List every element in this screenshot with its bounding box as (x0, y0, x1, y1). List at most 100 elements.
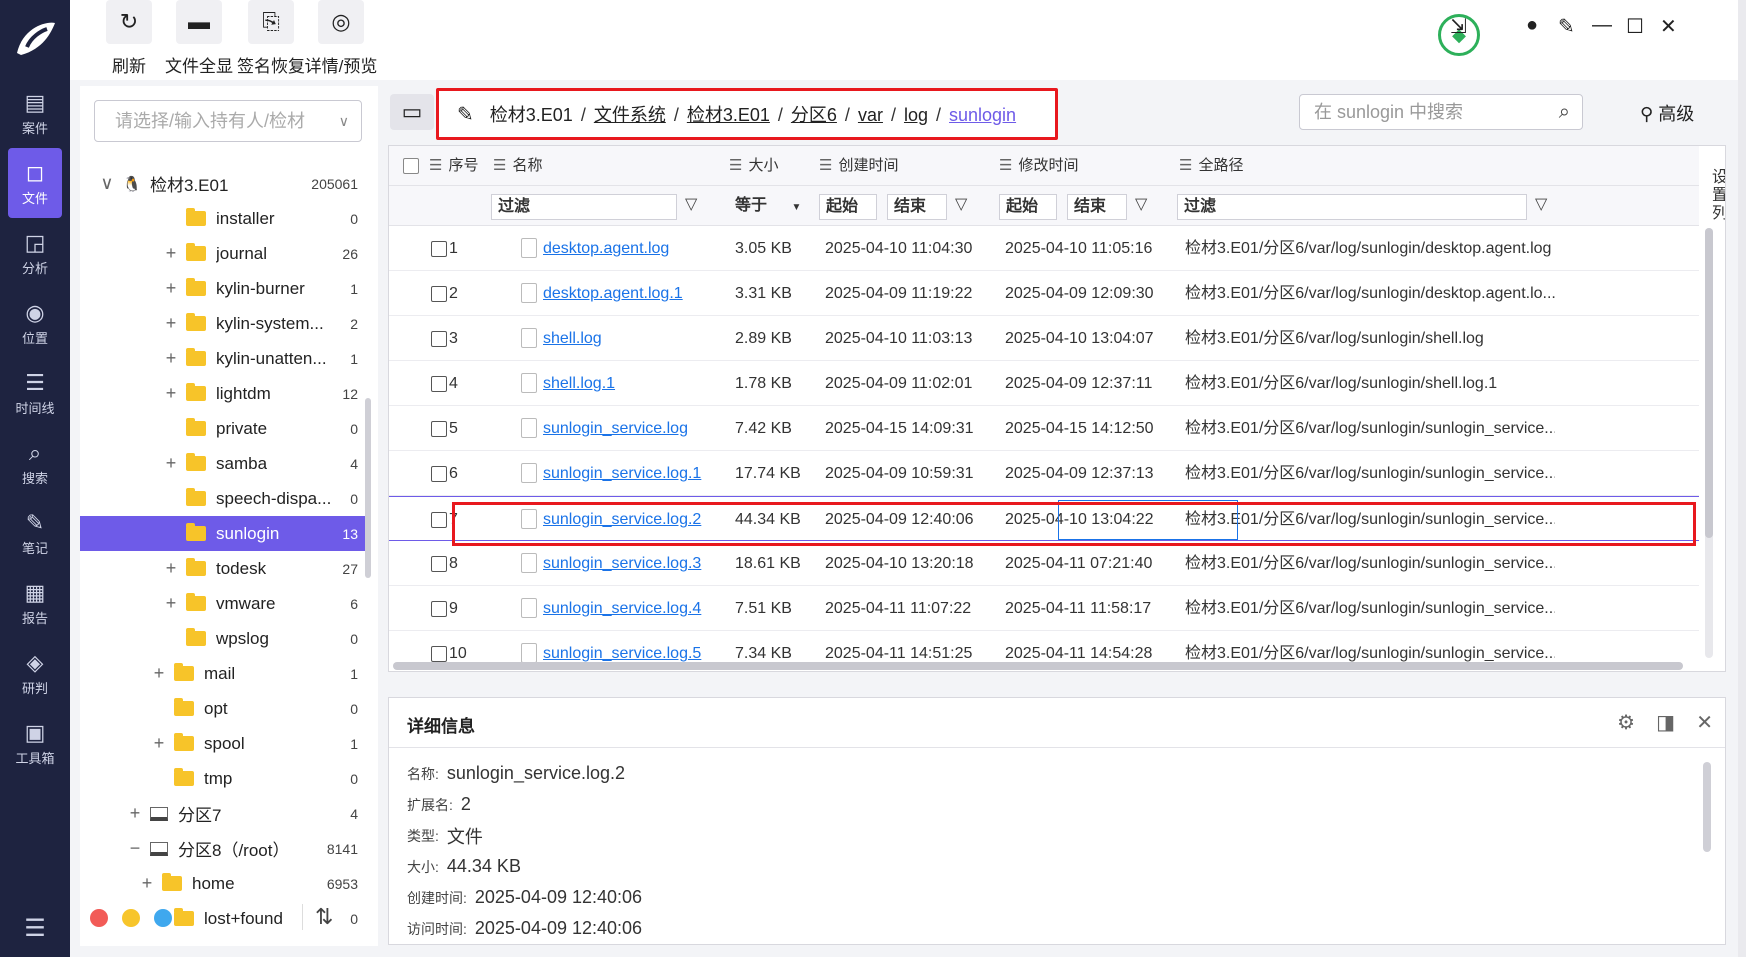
cell-name[interactable]: shell.log.1 (543, 361, 723, 406)
created-end-input[interactable]: 结束 (887, 194, 947, 220)
nav-item-toolbox[interactable]: ▣ 工具箱 (0, 708, 70, 778)
tree-item[interactable]: + spool 1 (80, 726, 370, 761)
table-row[interactable]: 9 sunlogin_service.log.4 7.51 KB 2025-04-11… (389, 586, 1699, 631)
header-path[interactable]: ☰ 全路径 (1179, 146, 1243, 186)
tree-item[interactable]: opt 0 (80, 691, 370, 726)
table-row[interactable]: 7 sunlogin_service.log.2 44.34 KB 2025-04-0… (389, 496, 1699, 541)
owner-select[interactable]: 请选择/输入持有人/检材 ∨ (94, 100, 362, 142)
tree-item[interactable]: ∨ 🐧 检材3.E01 205061 (80, 166, 370, 201)
row-checkbox[interactable] (431, 376, 447, 392)
nav-item-file[interactable]: ◻ 文件 (8, 148, 62, 218)
created-start-input[interactable]: 起始 (819, 194, 877, 220)
breadcrumb-segment[interactable]: 文件系统 (594, 105, 666, 125)
cell-name[interactable]: sunlogin_service.log.4 (543, 586, 723, 631)
expand-toggle-icon[interactable]: + (164, 453, 178, 474)
expand-toggle-icon[interactable]: + (152, 733, 166, 754)
table-row[interactable]: 1 desktop.agent.log 3.05 KB 2025-04-10 11:0… (389, 226, 1699, 271)
row-checkbox[interactable] (431, 286, 447, 302)
expand-toggle-icon[interactable]: + (164, 593, 178, 614)
tree-item[interactable]: + lightdm 12 (80, 376, 370, 411)
header-modified[interactable]: ☰ 修改时间 (999, 146, 1078, 186)
cell-name[interactable]: sunlogin_service.log (543, 406, 723, 451)
path-filter-input[interactable]: 过滤 (1177, 194, 1527, 220)
filter-icon[interactable]: ▽ (1135, 194, 1147, 214)
nav-item-timeline[interactable]: ☰ 时间线 (0, 358, 70, 428)
expand-toggle-icon[interactable]: + (164, 348, 178, 369)
table-row[interactable]: 3 shell.log 2.89 KB 2025-04-10 11:03:13 2025… (389, 316, 1699, 361)
cell-name[interactable]: desktop.agent.log.1 (543, 271, 723, 316)
tree-scrollbar[interactable] (365, 398, 371, 578)
tree-item[interactable]: private 0 (80, 411, 370, 446)
breadcrumb-segment[interactable]: 检材3.E01 (490, 105, 573, 125)
cell-name[interactable]: shell.log (543, 316, 723, 361)
expand-toggle-icon[interactable]: + (140, 873, 154, 894)
yellow-dot-icon[interactable] (122, 909, 140, 927)
cell-name[interactable]: sunlogin_service.log.3 (543, 541, 723, 586)
tree-item[interactable]: sunlogin 13 (80, 516, 370, 551)
row-checkbox[interactable] (431, 646, 447, 662)
tree-item[interactable]: + mail 1 (80, 656, 370, 691)
table-row[interactable]: 5 sunlogin_service.log 7.42 KB 2025-04-15 1… (389, 406, 1699, 451)
advanced-search-button[interactable]: ⚲ 高级 (1640, 100, 1694, 126)
header-name[interactable]: ☰ 名称 (493, 146, 542, 186)
grid-horizontal-scrollbar[interactable] (393, 662, 1683, 670)
edit-path-icon[interactable]: ✎ (457, 102, 474, 127)
filter-icon[interactable]: ▽ (955, 194, 967, 214)
user-icon[interactable]: ● (1526, 14, 1538, 37)
table-row[interactable]: 8 sunlogin_service.log.3 18.61 KB 2025-04-1… (389, 541, 1699, 586)
tree-item[interactable]: wpslog 0 (80, 621, 370, 656)
breadcrumb-segment[interactable]: 检材3.E01 (687, 105, 770, 125)
modified-start-input[interactable]: 起始 (999, 194, 1057, 220)
tree-item[interactable]: + vmware 6 (80, 586, 370, 621)
size-operator-select[interactable]: 等于 ▼ (729, 194, 809, 220)
eye-off-button[interactable]: ◎ 详情/预览 (300, 0, 382, 80)
table-row[interactable]: 6 sunlogin_service.log.1 17.74 KB 2025-04-0… (389, 451, 1699, 496)
nav-item-location[interactable]: ◉ 位置 (0, 288, 70, 358)
tree-item[interactable]: − 分区8（/root） 8141 (80, 831, 370, 866)
nav-item-search[interactable]: ⌕ 搜索 (0, 428, 70, 498)
row-checkbox[interactable] (431, 601, 447, 617)
tree-item[interactable]: + journal 26 (80, 236, 370, 271)
tree-item[interactable]: + kylin-burner 1 (80, 271, 370, 306)
tree-item[interactable]: + todesk 27 (80, 551, 370, 586)
cell-name[interactable]: sunlogin_service.log.1 (543, 451, 723, 496)
filter-icon[interactable]: ▽ (1535, 194, 1547, 214)
tree-item[interactable]: tmp 0 (80, 761, 370, 796)
expand-toggle-icon[interactable]: + (164, 383, 178, 404)
nav-item-note[interactable]: ✎ 笔记 (0, 498, 70, 568)
name-filter-input[interactable]: 过滤 (491, 194, 677, 220)
row-checkbox[interactable] (431, 466, 447, 482)
row-checkbox[interactable] (431, 241, 447, 257)
breadcrumb-segment[interactable]: sunlogin (949, 105, 1016, 125)
modified-end-input[interactable]: 结束 (1067, 194, 1127, 220)
row-checkbox[interactable] (431, 421, 447, 437)
nav-item-judge[interactable]: ◈ 研判 (0, 638, 70, 708)
expand-toggle-icon[interactable]: − (128, 838, 142, 859)
close-icon[interactable]: ✕ (1660, 14, 1677, 39)
header-created[interactable]: ☰ 创建时间 (819, 146, 898, 186)
tree-item[interactable]: installer 0 (80, 201, 370, 236)
gear-icon[interactable]: ⚙ (1617, 710, 1635, 735)
menu-icon[interactable]: ☰ (0, 914, 70, 943)
expand-toggle-icon[interactable]: + (128, 803, 142, 824)
maximize-icon[interactable]: ☐ (1626, 14, 1644, 39)
column-settings-button[interactable]: 设置列 (1699, 146, 1725, 226)
minimize-icon[interactable]: — (1592, 14, 1612, 37)
tree-item[interactable]: + kylin-system... 2 (80, 306, 370, 341)
table-row[interactable]: 2 desktop.agent.log.1 3.31 KB 2025-04-09 11… (389, 271, 1699, 316)
export-icon[interactable]: ⇲ (1450, 14, 1467, 39)
cell-name[interactable]: sunlogin_service.log.2 (543, 497, 723, 542)
detail-scrollbar[interactable] (1703, 762, 1711, 852)
tree-item[interactable]: + samba 4 (80, 446, 370, 481)
table-row[interactable]: 4 shell.log.1 1.78 KB 2025-04-09 11:02:01 20… (389, 361, 1699, 406)
expand-toggle-icon[interactable]: + (164, 278, 178, 299)
expand-toggle-icon[interactable]: + (164, 313, 178, 334)
tree-item[interactable]: + 分区7 4 (80, 796, 370, 831)
panel-layout-icon[interactable]: ◨ (1656, 710, 1675, 735)
expand-toggle-icon[interactable]: + (152, 663, 166, 684)
expand-toggle-icon[interactable]: + (164, 243, 178, 264)
search-icon[interactable]: ⌕ (1559, 95, 1570, 129)
nav-item-report[interactable]: ▦ 报告 (0, 568, 70, 638)
expand-toggle-icon[interactable]: + (164, 558, 178, 579)
folder-button[interactable]: ▬ 文件全显 (158, 0, 240, 80)
